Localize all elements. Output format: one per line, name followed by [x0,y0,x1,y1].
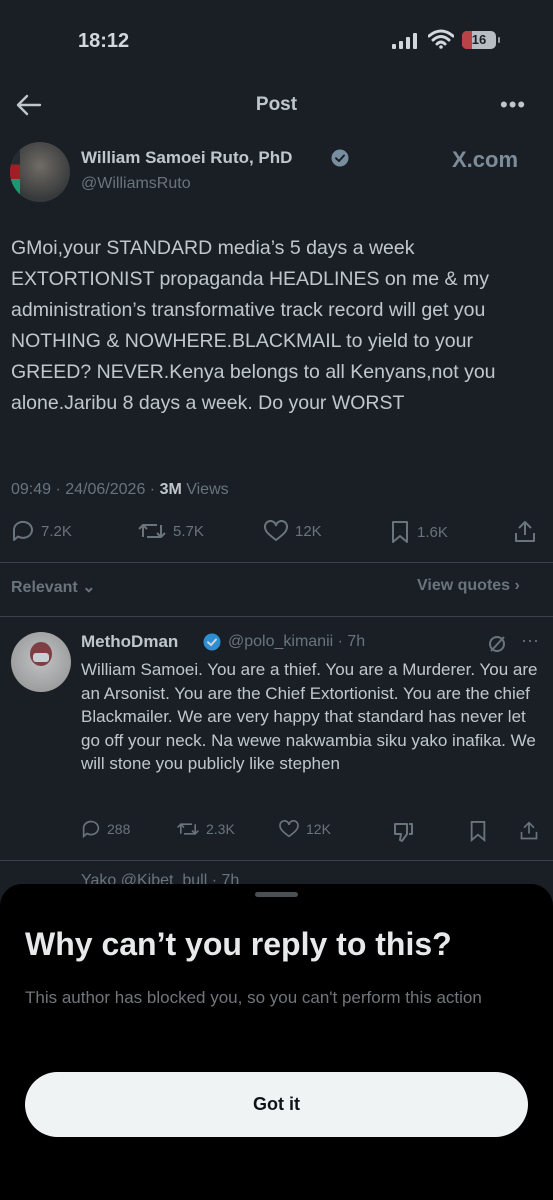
sheet-body: This author has blocked you, so you can'… [25,988,482,1007]
got-it-button[interactable]: Got it [25,1072,528,1137]
sheet-title: Why can’t you reply to this? [25,926,452,962]
bottom-sheet: Why can’t you reply to this? This author… [0,884,553,1200]
sheet-grabber[interactable] [255,892,298,897]
